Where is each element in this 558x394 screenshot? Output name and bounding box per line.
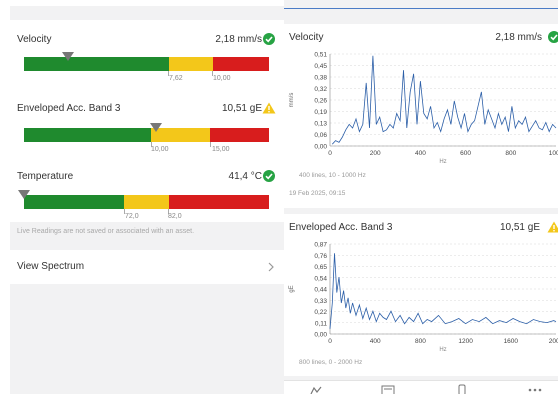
velocity-range-bar: [24, 57, 269, 71]
x-tick-label: 800: [415, 338, 426, 345]
row-title-velocity: Velocity: [17, 34, 52, 45]
velocity-spectrum-chart[interactable]: 0,00 0,06 0,13 0,19 0,26 0,32 0,38 0,45 0,51 0 200…: [284, 24, 558, 184]
x-tick-label: 0: [328, 338, 332, 345]
live-readings-panel: Velocity 2,18 mm/s 7,62 10,00 Enveloped …: [10, 6, 284, 394]
top-strip: [284, 0, 558, 9]
x-tick-label: 1600: [504, 338, 519, 345]
y-axis-label: gE: [289, 285, 295, 292]
row-title-enveloped: Enveloped Acc. Band 3: [17, 103, 121, 114]
readings-card: Velocity 2,18 mm/s 7,62 10,00 Enveloped …: [10, 20, 284, 222]
y-tick-label: 0,45: [314, 63, 327, 70]
x-tick-label: 200: [370, 150, 381, 157]
spectrum-date: 19 Feb 2025, 09:15: [289, 190, 346, 197]
velocity-spectrum-card: Velocity 2,18 mm/s 0,00 0,06 0,13 0,19 0,26 0…: [284, 24, 558, 208]
more-icon[interactable]: [528, 388, 542, 392]
y-tick-label: 0,87: [314, 242, 327, 249]
check-icon: [263, 170, 275, 182]
x-tick-label: 400: [370, 338, 381, 345]
y-tick-label: 0,26: [314, 98, 327, 105]
x-tick-label: 0: [328, 150, 332, 157]
enveloped-spectrum-chart[interactable]: 0,00 0,11 0,22 0,33 0,44 0,54 0,65 0,76 0,87 0 400…: [284, 214, 558, 364]
threshold-label: 82,0: [168, 213, 182, 220]
y-tick-label: 0,00: [314, 144, 327, 151]
row-value-velocity: 2,18 mm/s: [215, 34, 262, 45]
y-tick-label: 0,11: [315, 320, 328, 327]
view-spectrum-label: View Spectrum: [17, 261, 85, 272]
y-tick-label: 0,38: [314, 75, 327, 82]
y-tick-label: 0,22: [314, 309, 327, 316]
device-icon[interactable]: [458, 384, 466, 394]
row-value-temperature: 41,4 °C: [228, 171, 262, 182]
x-tick-label: 2000: [549, 338, 558, 345]
y-tick-label: 0,19: [314, 109, 327, 116]
threshold-label: 10,00: [151, 146, 169, 153]
spectrum-panel: Velocity 2,18 mm/s 0,00 0,06 0,13 0,19 0,26 0…: [284, 0, 558, 394]
x-axis-label: Hz: [439, 159, 446, 165]
y-axis-label: mm/s: [289, 93, 295, 108]
live-readings-note: Live Readings are not saved or associate…: [17, 228, 195, 235]
bottom-tab-bar: [284, 380, 558, 394]
chevron-right-icon: [268, 262, 274, 272]
x-tick-label: 800: [505, 150, 516, 157]
x-tick-label: 1000: [549, 150, 558, 157]
spectrum-meta: 800 lines, 0 - 2000 Hz: [299, 359, 363, 366]
temperature-marker: [18, 190, 30, 199]
threshold-label: 15,00: [212, 146, 230, 153]
enveloped-spectrum-card: Enveloped Acc. Band 3 10,51 gE 0,00 0,11 0…: [284, 214, 558, 376]
document-icon[interactable]: [381, 385, 395, 394]
temperature-range-bar: [24, 195, 269, 209]
x-tick-label: 400: [415, 150, 426, 157]
row-title-temperature: Temperature: [17, 171, 74, 182]
spectrum-meta: 400 lines, 10 - 1000 Hz: [299, 172, 366, 179]
y-tick-label: 0,13: [314, 121, 327, 128]
warning-icon: [262, 102, 276, 114]
check-icon: [263, 33, 275, 45]
y-tick-label: 0,06: [314, 132, 327, 139]
y-tick-label: 0,00: [314, 332, 327, 339]
y-tick-label: 0,54: [314, 275, 327, 282]
enveloped-marker: [150, 123, 163, 132]
x-tick-label: 1200: [458, 338, 473, 345]
y-tick-label: 0,76: [314, 253, 327, 260]
y-tick-label: 0,33: [314, 298, 327, 305]
enveloped-range-bar: [24, 128, 269, 142]
x-tick-label: 600: [460, 150, 471, 157]
x-axis-label: Hz: [439, 347, 446, 353]
y-tick-label: 0,44: [314, 287, 327, 294]
y-tick-label: 0,51: [314, 52, 327, 59]
row-value-enveloped: 10,51 gE: [221, 103, 262, 114]
threshold-label: 72,0: [125, 213, 139, 220]
threshold-label: 10,00: [213, 75, 231, 82]
spectrum-series-line: [329, 253, 557, 329]
y-tick-label: 0,32: [314, 86, 327, 93]
view-spectrum-row[interactable]: View Spectrum: [10, 250, 284, 284]
threshold-label: 7,62: [169, 75, 183, 82]
y-tick-label: 0,65: [314, 264, 327, 271]
velocity-marker: [62, 52, 75, 61]
chart-icon[interactable]: [310, 386, 322, 394]
